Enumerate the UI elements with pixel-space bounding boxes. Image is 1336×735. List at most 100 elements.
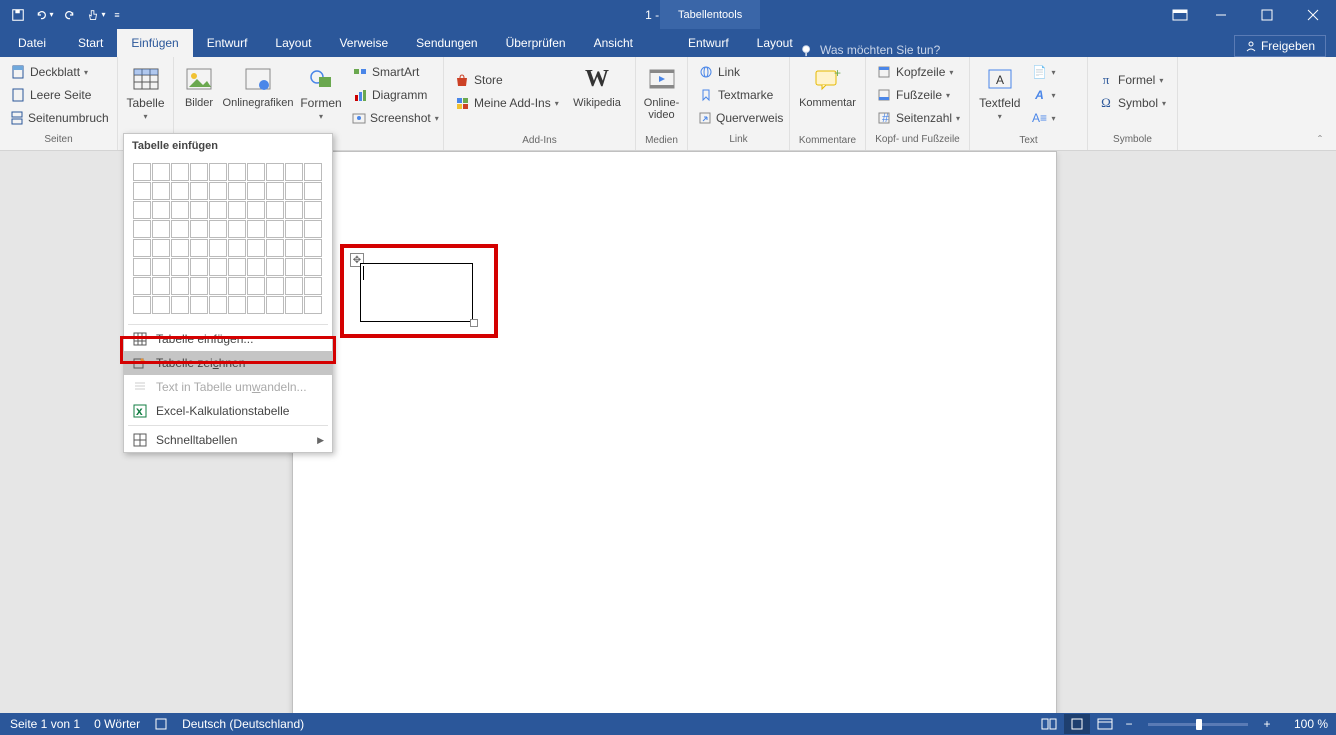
page-indicator[interactable]: Seite 1 von 1 (10, 717, 80, 731)
table-grid-cell[interactable] (171, 239, 189, 257)
symbol-button[interactable]: ΩSymbol ▾ (1094, 92, 1171, 114)
table-grid-cell[interactable] (304, 182, 322, 200)
table-grid-cell[interactable] (247, 277, 265, 295)
table-grid-cell[interactable] (285, 163, 303, 181)
table-grid-cell[interactable] (209, 220, 227, 238)
table-grid-cell[interactable] (266, 296, 284, 314)
table-grid-cell[interactable] (247, 296, 265, 314)
table-grid-cell[interactable] (152, 163, 170, 181)
table-grid-cell[interactable] (152, 182, 170, 200)
tab-home[interactable]: Start (64, 29, 117, 57)
redo-button[interactable] (58, 3, 82, 27)
table-grid-cell[interactable] (228, 201, 246, 219)
table-grid-cell[interactable] (304, 239, 322, 257)
screenshot-button[interactable]: Screenshot ▾ (348, 107, 436, 129)
table-grid-cell[interactable] (171, 201, 189, 219)
tab-view[interactable]: Ansicht (580, 29, 647, 57)
table-grid-cell[interactable] (133, 239, 151, 257)
table-grid-cell[interactable] (285, 258, 303, 276)
tab-insert[interactable]: Einfügen (117, 29, 192, 57)
table-grid-cell[interactable] (171, 296, 189, 314)
table-grid-cell[interactable] (133, 277, 151, 295)
tab-layout[interactable]: Layout (261, 29, 325, 57)
quick-tables-item[interactable]: Schnelltabellen▶ (124, 428, 332, 452)
table-grid-cell[interactable] (171, 220, 189, 238)
save-button[interactable] (6, 3, 30, 27)
table-grid-cell[interactable] (190, 277, 208, 295)
table-grid-cell[interactable] (209, 163, 227, 181)
table-grid-cell[interactable] (228, 182, 246, 200)
table-grid-cell[interactable] (266, 239, 284, 257)
table-grid-cell[interactable] (247, 201, 265, 219)
table-grid-cell[interactable] (304, 258, 322, 276)
table-grid-cell[interactable] (133, 258, 151, 276)
spellcheck-icon[interactable] (154, 717, 168, 731)
table-grid-cell[interactable] (285, 220, 303, 238)
table-grid-cell[interactable] (133, 220, 151, 238)
table-grid-cell[interactable] (152, 258, 170, 276)
tab-mailings[interactable]: Sendungen (402, 29, 491, 57)
smartart-button[interactable]: SmartArt (348, 61, 436, 83)
table-grid-cell[interactable] (285, 239, 303, 257)
print-layout-button[interactable] (1064, 714, 1090, 734)
minimize-button[interactable] (1198, 0, 1244, 29)
my-addins-button[interactable]: Meine Add-Ins ▾ (450, 92, 564, 114)
table-grid-cell[interactable] (285, 201, 303, 219)
zoom-in-button[interactable]: + (1258, 717, 1276, 731)
table-grid-cell[interactable] (171, 182, 189, 200)
table-grid-cell[interactable] (266, 220, 284, 238)
table-grid-cell[interactable] (133, 296, 151, 314)
table-grid-cell[interactable] (171, 277, 189, 295)
table-grid-cell[interactable] (304, 277, 322, 295)
zoom-out-button[interactable]: − (1120, 717, 1138, 731)
bookmark-button[interactable]: Textmarke (694, 84, 786, 106)
textbox-button[interactable]: A Textfeld▾ (974, 59, 1026, 133)
table-grid-cell[interactable] (247, 220, 265, 238)
table-grid-cell[interactable] (133, 201, 151, 219)
table-grid-cell[interactable] (285, 296, 303, 314)
link-button[interactable]: Link (694, 61, 786, 83)
collapse-ribbon-button[interactable]: ˆ (1310, 132, 1330, 148)
table-grid-cell[interactable] (133, 163, 151, 181)
table-grid-cell[interactable] (266, 258, 284, 276)
table-grid-cell[interactable] (133, 182, 151, 200)
tab-table-layout[interactable]: Layout (743, 29, 807, 57)
ribbon-display-options-button[interactable] (1162, 0, 1198, 29)
qat-customize-button[interactable]: ≡ (110, 3, 124, 27)
share-button[interactable]: Freigeben (1234, 35, 1326, 57)
table-grid-cell[interactable] (247, 182, 265, 200)
web-layout-button[interactable] (1092, 714, 1118, 734)
wordart-button[interactable]: A▾ (1028, 84, 1081, 106)
table-button[interactable]: Tabelle▾ (122, 59, 169, 133)
table-grid-cell[interactable] (304, 163, 322, 181)
page[interactable] (292, 151, 1057, 713)
table-grid-cell[interactable] (190, 296, 208, 314)
tab-references[interactable]: Verweise (325, 29, 402, 57)
maximize-button[interactable] (1244, 0, 1290, 29)
table-grid-cell[interactable] (152, 296, 170, 314)
table-grid-cell[interactable] (209, 201, 227, 219)
shapes-button[interactable]: Formen▾ (296, 59, 346, 133)
language-indicator[interactable]: Deutsch (Deutschland) (182, 717, 304, 731)
table-grid-cell[interactable] (190, 182, 208, 200)
header-button[interactable]: Kopfzeile ▾ (872, 61, 964, 83)
table-grid-cell[interactable] (152, 201, 170, 219)
blank-page-button[interactable]: Leere Seite (6, 84, 112, 106)
quickparts-button[interactable]: 📄▾ (1028, 61, 1081, 83)
zoom-level[interactable]: 100 % (1278, 717, 1328, 731)
table-grid-cell[interactable] (228, 239, 246, 257)
tab-review[interactable]: Überprüfen (492, 29, 580, 57)
tab-table-design[interactable]: Entwurf (674, 29, 743, 57)
table-grid-cell[interactable] (228, 258, 246, 276)
table-grid-cell[interactable] (190, 163, 208, 181)
table-grid-cell[interactable] (228, 296, 246, 314)
touch-mode-button[interactable]: ▾ (84, 3, 108, 27)
table-grid-cell[interactable] (209, 258, 227, 276)
dropcap-button[interactable]: A≡▾ (1028, 107, 1081, 129)
page-number-button[interactable]: #Seitenzahl ▾ (872, 107, 964, 129)
table-grid-cell[interactable] (228, 220, 246, 238)
table-grid-cell[interactable] (266, 277, 284, 295)
excel-spreadsheet-item[interactable]: xExcel-Kalkulationstabelle (124, 399, 332, 423)
read-mode-button[interactable] (1036, 714, 1062, 734)
word-count[interactable]: 0 Wörter (94, 717, 140, 731)
